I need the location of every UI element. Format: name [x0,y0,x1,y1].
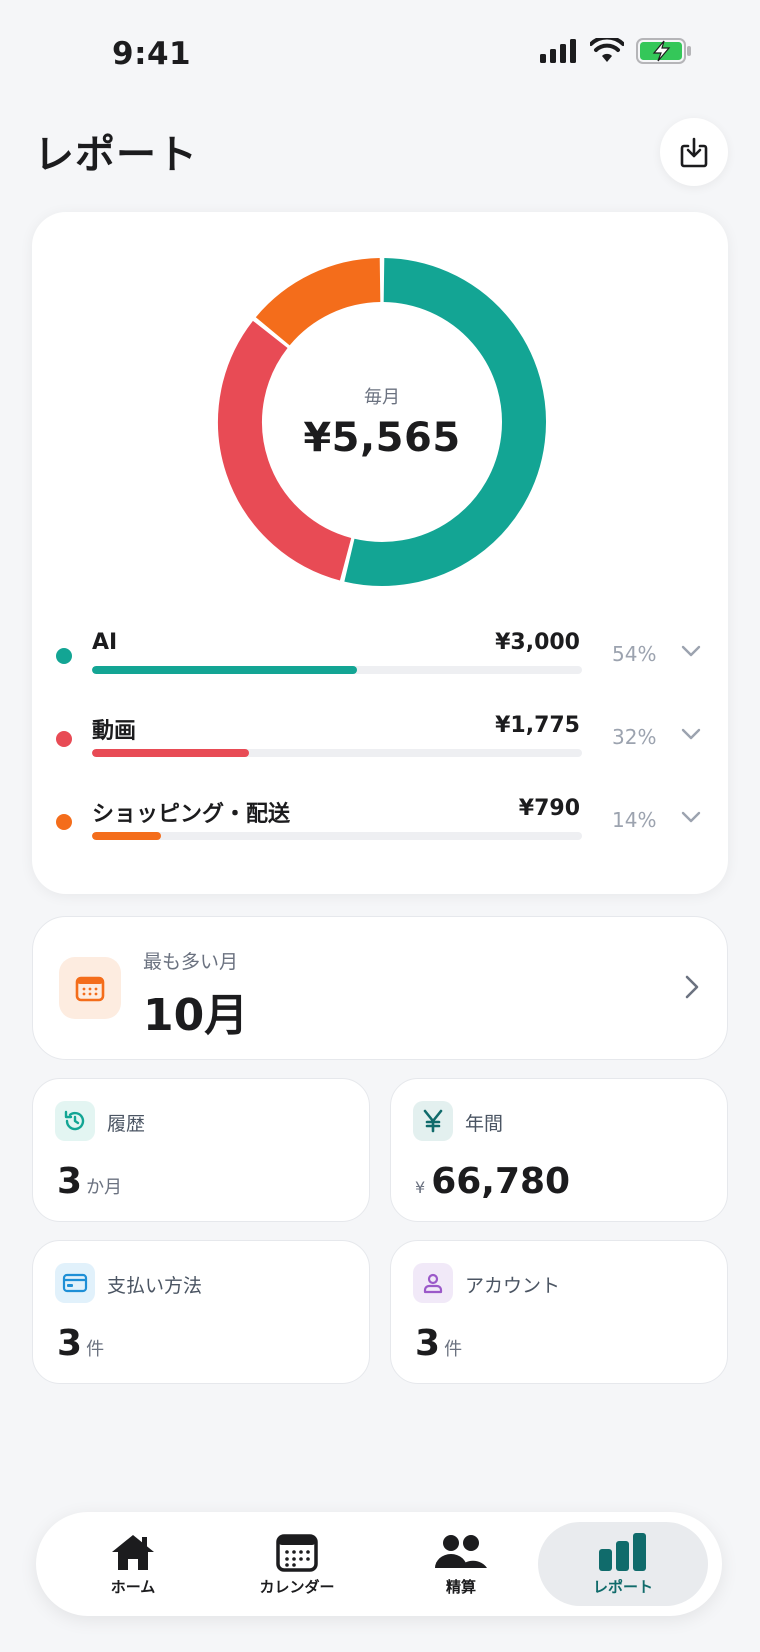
category-amount: ¥1,775 [495,713,580,738]
category-name: 動画 [92,719,137,744]
history-icon [55,1101,95,1141]
tab-label: 精算 [445,1577,476,1596]
category-amount: ¥790 [518,796,580,821]
payment-methods-number: 3 [57,1323,83,1364]
status-bar: 9:41 [0,0,760,110]
category-progress-fill [92,666,357,674]
peak-month-value: 10月 [143,990,249,1041]
user-icon [413,1263,453,1303]
annual-card[interactable]: 年間 ¥ 66,780 [390,1078,728,1222]
calendar-icon [59,957,121,1019]
status-time: 9:41 [112,36,192,72]
spending-breakdown-card: 毎月 ¥5,565 AI ¥3,000 54% 動画 ¥1,775 32% ショ… [32,212,728,894]
calendar-icon [276,1533,318,1572]
annual-number: 66,780 [431,1161,571,1202]
donut-center: 毎月 ¥5,565 [212,252,552,592]
annual-value: ¥ 66,780 [415,1161,570,1202]
tab-calendar[interactable]: カレンダー [212,1522,382,1606]
category-row-shopping[interactable]: ショッピング・配送 ¥790 14% [56,788,706,848]
tab-label: レポート [592,1577,653,1596]
category-amount: ¥3,000 [495,630,580,655]
donut-chart: 毎月 ¥5,565 [212,252,552,592]
tab-label: ホーム [110,1577,156,1596]
chevron-right-icon [685,975,699,999]
category-name: ショッピング・配送 [92,802,291,827]
wifi-icon [590,38,624,62]
history-label: 履歴 [107,1113,146,1135]
annual-label: 年間 [465,1113,504,1135]
category-percent: 32% [612,725,657,749]
category-row-ai[interactable]: AI ¥3,000 54% [56,622,706,682]
legend-dot [56,814,72,830]
category-name: AI [92,630,118,655]
category-progress-track [92,749,582,757]
page-title: レポート [34,132,198,178]
download-icon [680,137,708,168]
export-button[interactable] [660,118,728,186]
accounts-label: アカウント [465,1275,561,1297]
history-value: 3 か月 [57,1161,122,1202]
accounts-card[interactable]: アカウント 3 件 [390,1240,728,1384]
category-progress-track [92,832,582,840]
annual-currency: ¥ [415,1178,426,1197]
tab-report[interactable]: レポート [538,1522,708,1606]
legend-dot [56,731,72,747]
accounts-value: 3 件 [415,1323,462,1364]
tab-settlement[interactable]: 精算 [376,1522,546,1606]
battery-charging-icon [636,38,691,64]
home-icon [112,1534,154,1570]
tab-bar: ホーム カレンダー 精算 レポート [36,1512,722,1616]
history-unit: か月 [86,1177,123,1198]
payment-methods-label: 支払い方法 [107,1275,203,1297]
category-row-video[interactable]: 動画 ¥1,775 32% [56,705,706,765]
history-card[interactable]: 履歴 3 か月 [32,1078,370,1222]
chevron-down-icon[interactable] [680,810,702,824]
category-percent: 54% [612,642,657,666]
payment-methods-unit: 件 [86,1339,105,1360]
monthly-total: ¥5,565 [303,415,461,461]
accounts-number: 3 [415,1323,441,1364]
yen-icon [413,1101,453,1141]
period-label: 毎月 [364,387,400,408]
peak-month-label: 最も多い月 [143,951,239,973]
peak-month-card[interactable]: 最も多い月 10月 [32,916,728,1060]
bar-chart-icon [599,1532,646,1571]
status-icons [540,38,692,64]
legend-dot [56,648,72,664]
payment-methods-value: 3 件 [57,1323,104,1364]
signal-icon [540,39,576,63]
chevron-down-icon[interactable] [680,727,702,741]
tab-home[interactable]: ホーム [48,1522,218,1606]
category-percent: 14% [612,808,657,832]
payment-methods-card[interactable]: 支払い方法 3 件 [32,1240,370,1384]
category-progress-track [92,666,582,674]
category-progress-fill [92,832,161,840]
people-icon [435,1534,487,1568]
tab-label: カレンダー [259,1577,335,1596]
category-progress-fill [92,749,249,757]
credit-card-icon [55,1263,95,1303]
chevron-down-icon[interactable] [680,644,702,658]
history-number: 3 [57,1161,83,1202]
accounts-unit: 件 [444,1339,463,1360]
